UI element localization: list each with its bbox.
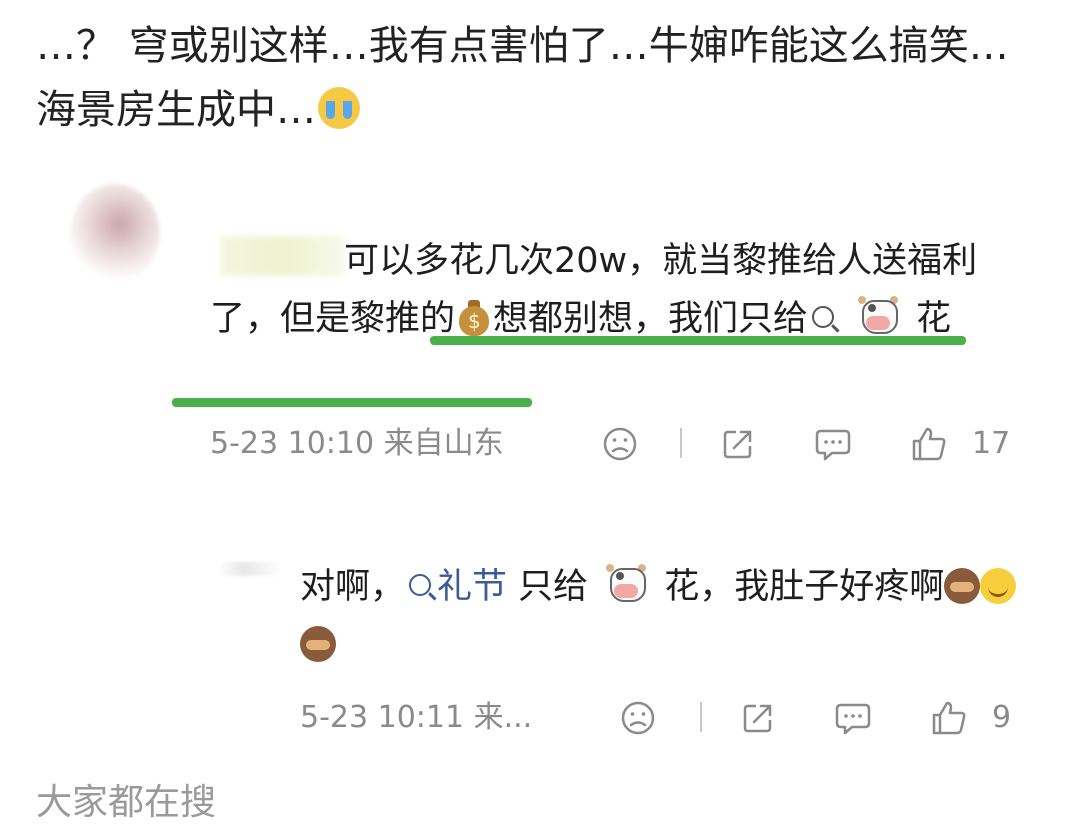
- divider: [700, 702, 702, 732]
- comment-text: 可以多花几次20w，就当黎推给人送福利了，但是黎推的 $ 想都别想，我们只给花: [210, 232, 990, 348]
- dislike-face-icon[interactable]: [602, 426, 638, 470]
- money-bag-icon: $: [457, 298, 491, 336]
- highlight-underline: [172, 398, 532, 407]
- reply-text: 对啊， 礼节 只给 花，我肚子好疼啊: [300, 558, 1020, 674]
- comment-timestamp: 5-23 10:10 来自山东: [210, 426, 504, 461]
- comment-meta-row: 5-23 10:10 来自山东 17: [210, 424, 1030, 464]
- post-body: …？ 穹或别这样…我有点害怕了…牛婶咋能这么搞笑…海景房生成中…: [36, 23, 1009, 133]
- search-icon: [812, 306, 835, 328]
- share-icon[interactable]: [720, 426, 756, 470]
- embedded-comment-screenshot: 可以多花几次20w，就当黎推给人送福利了，但是黎推的 $ 想都别想，我们只给花 5-…: [60, 170, 1040, 770]
- search-link-term: 礼节: [437, 567, 508, 607]
- dislike-face-icon[interactable]: [620, 700, 656, 744]
- thumbs-up-icon[interactable]: [910, 426, 948, 470]
- see-no-evil-monkey-icon: [300, 626, 336, 662]
- commenter-avatar-blurred: [70, 184, 160, 284]
- divider: [680, 428, 682, 458]
- comment-text-part-b: 想都别想，我们只给: [493, 299, 809, 339]
- cow-face-icon: [604, 564, 648, 604]
- search-icon: [409, 574, 432, 596]
- like-count: 17: [972, 426, 1011, 461]
- reply-timestamp: 5-23 10:11 来...: [300, 700, 533, 735]
- share-icon[interactable]: [740, 700, 776, 744]
- cow-face-icon: [856, 296, 900, 336]
- reply-meta-row: 5-23 10:11 来... 9: [300, 698, 1020, 738]
- like-count: 9: [992, 700, 1012, 735]
- loudly-crying-face-icon: [318, 87, 360, 129]
- search-link[interactable]: 礼节: [405, 567, 507, 607]
- reply-text-part-b: 只给: [518, 567, 589, 607]
- trending-searches-label[interactable]: 大家都在搜: [36, 778, 216, 828]
- reply-text-part-a: 对啊，: [300, 567, 406, 607]
- reply-avatar-blurred: [218, 562, 282, 576]
- comment-text-part-c: 花: [916, 299, 952, 339]
- thumbs-up-icon[interactable]: [930, 700, 968, 744]
- see-no-evil-monkey-icon: [944, 568, 981, 604]
- highlight-underline: [430, 336, 966, 345]
- post-text: …？ 穹或别这样…我有点害怕了…牛婶咋能这么搞笑…海景房生成中…: [36, 14, 1046, 142]
- smiling-face-icon: [980, 568, 1017, 604]
- reply-text-part-c: 花，我肚子好疼啊: [664, 567, 945, 607]
- comment-bubble-icon[interactable]: [814, 426, 852, 470]
- comment-bubble-icon[interactable]: [834, 700, 872, 744]
